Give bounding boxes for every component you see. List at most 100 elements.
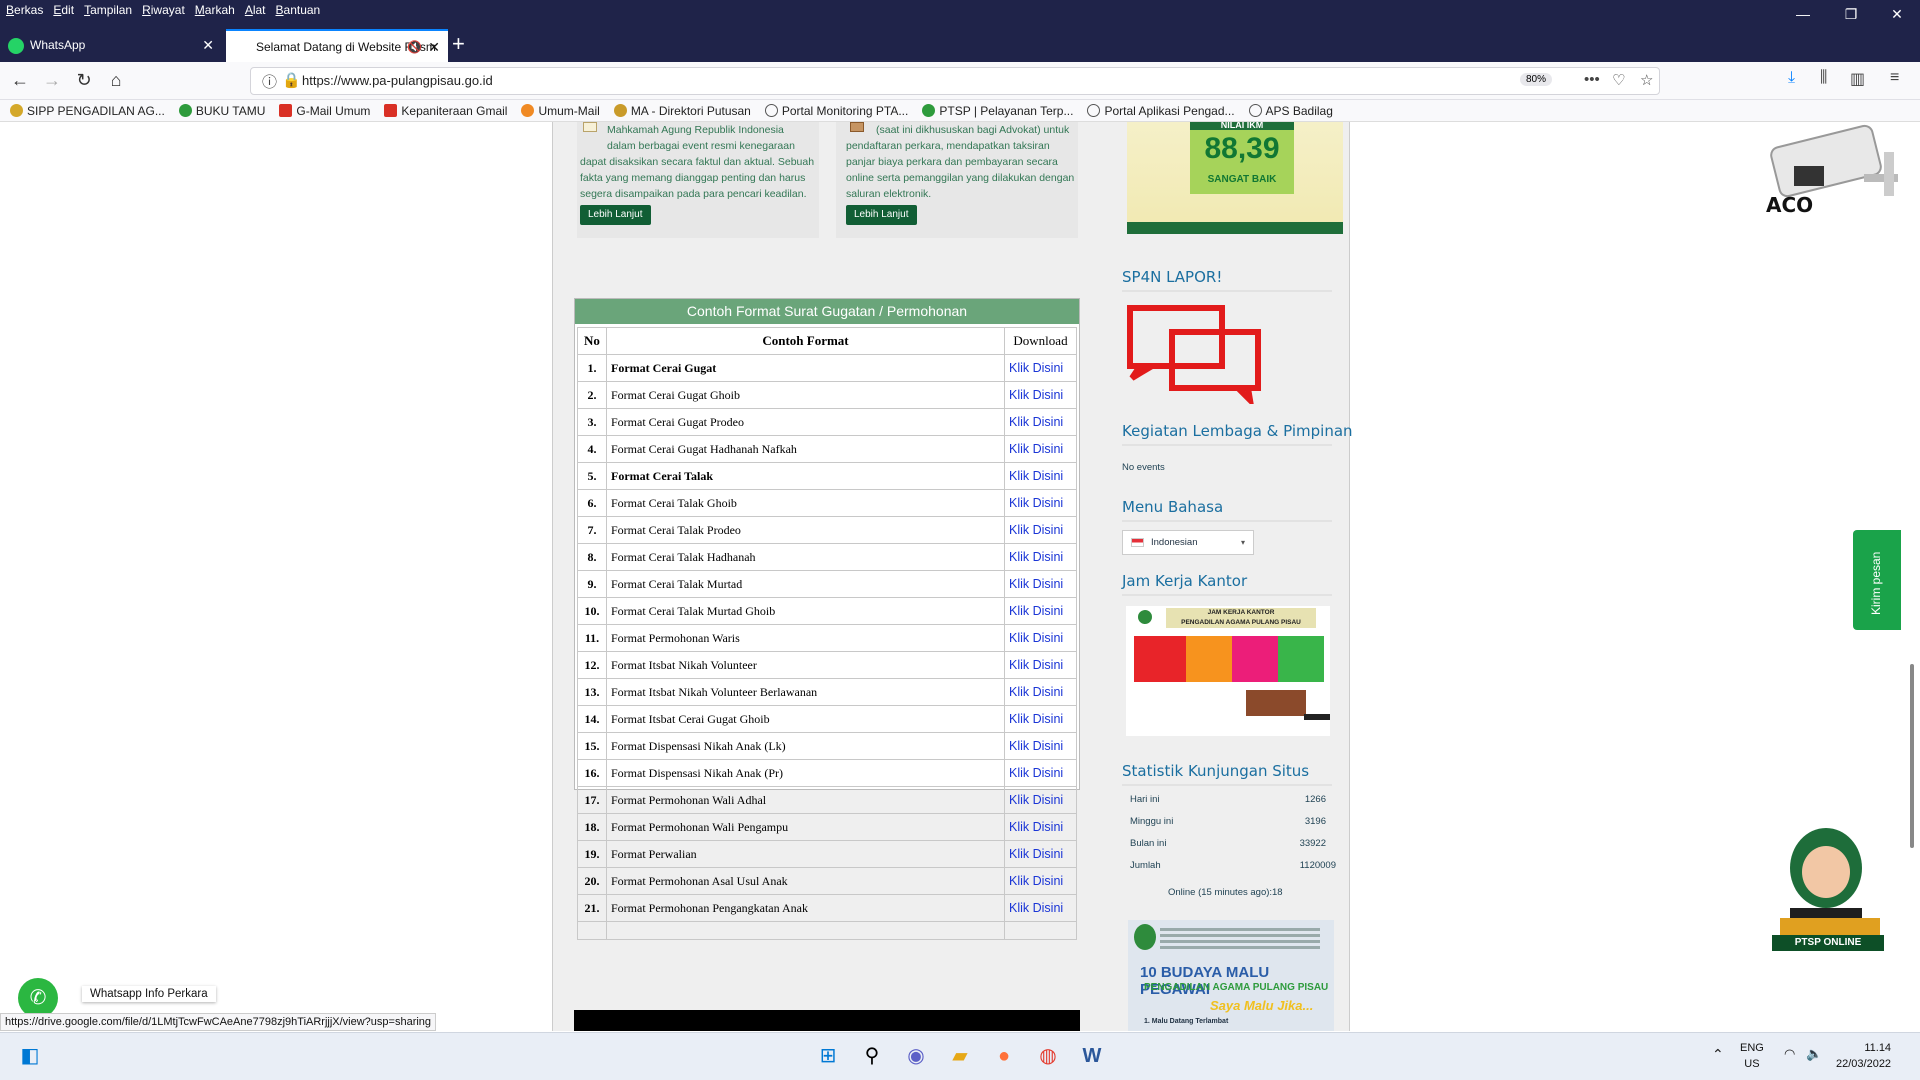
pocket-icon[interactable]: ♡ — [1612, 71, 1625, 89]
clock[interactable]: 11.14 22/03/2022 — [1836, 1040, 1891, 1072]
bookmark-kepaniteraan-gmail[interactable]: Kepaniteraan Gmail — [384, 100, 507, 121]
download-link[interactable]: Klik Disini — [1004, 894, 1077, 922]
minimize-icon[interactable]: — — [1780, 0, 1826, 30]
new-tab-icon[interactable]: + — [452, 30, 465, 58]
url-text[interactable]: https://www.pa-pulangpisau.go.id — [302, 73, 493, 88]
lebih-lanjut-button[interactable]: Lebih Lanjut — [846, 205, 917, 225]
menu-tampilan[interactable]: Tampilan — [84, 0, 132, 20]
restore-icon[interactable]: ❐ — [1828, 0, 1874, 30]
volume-icon[interactable]: 🔈 — [1806, 1046, 1822, 1062]
download-link[interactable]: Klik Disini — [1004, 354, 1077, 382]
bookmark-sipp[interactable]: SIPP PENGADILAN AG... — [10, 100, 165, 121]
download-link[interactable]: Klik Disini — [1004, 570, 1077, 598]
close-tab-icon[interactable]: ✕ — [428, 31, 440, 64]
table-row: 9. Format Cerai Talak Murtad Klik Disini — [577, 570, 1077, 598]
input-language[interactable]: ENG US — [1740, 1040, 1764, 1072]
app-menu-icon[interactable]: ≡ — [1890, 69, 1899, 87]
download-link[interactable]: Klik Disini — [1004, 516, 1077, 544]
desktop-widget-icon[interactable]: ◧ — [14, 1040, 46, 1072]
download-link[interactable]: Klik Disini — [1004, 435, 1077, 463]
download-link[interactable]: Klik Disini — [1004, 840, 1077, 868]
language-select[interactable]: Indonesian ▾ — [1122, 530, 1254, 555]
divider — [1122, 520, 1332, 522]
bookmark-umum-mail[interactable]: Umum-Mail — [521, 100, 600, 121]
zoom-level[interactable]: 80% — [1520, 73, 1553, 86]
mute-icon[interactable]: 🔇 — [407, 31, 422, 64]
menu-alat[interactable]: Alat — [245, 0, 266, 20]
chat-icon[interactable]: ◉ — [900, 1040, 932, 1072]
download-link[interactable]: Klik Disini — [1004, 543, 1077, 571]
download-link[interactable]: Klik Disini — [1004, 408, 1077, 436]
download-link[interactable]: Klik Disini — [1004, 759, 1077, 787]
download-link[interactable]: Klik Disini — [1004, 462, 1077, 490]
library-icon[interactable]: ⫼ — [1820, 69, 1827, 87]
divider — [1122, 594, 1332, 596]
download-link[interactable]: Klik Disini — [1004, 678, 1077, 706]
buku-tamu-icon — [178, 104, 192, 117]
ptsp-online-label[interactable]: PTSP ONLINE — [1772, 935, 1884, 951]
bookmark-aps-badilag[interactable]: APS Badilag — [1248, 100, 1333, 121]
home-icon[interactable]: ⌂ — [102, 66, 130, 94]
budaya-malu-banner[interactable]: 10 BUDAYA MALU PEGAWAI PENGADILAN AGAMA … — [1128, 920, 1334, 1031]
wifi-icon[interactable]: ◠ — [1784, 1046, 1795, 1062]
download-link[interactable]: Klik Disini — [1004, 624, 1077, 652]
kirim-pesan-button[interactable]: Kirim pesan — [1853, 530, 1901, 630]
info-icon[interactable]: ⓘ — [262, 71, 277, 92]
lapor-chat-icon[interactable] — [1126, 302, 1266, 404]
menu-markah[interactable]: Markah — [195, 0, 235, 20]
info-card-right: (saat ini dikhususkan bagi Advokat) untu… — [836, 122, 1078, 238]
row-number: 2. — [577, 381, 607, 409]
bookmark-direktori-putusan[interactable]: MA - Direktori Putusan — [613, 100, 751, 121]
chevron-up-icon[interactable]: ⌃ — [1712, 1046, 1724, 1063]
menu-edit[interactable]: Edit — [53, 0, 74, 20]
download-link[interactable]: Klik Disini — [1004, 867, 1077, 895]
close-window-icon[interactable]: ✕ — [1874, 0, 1920, 30]
download-link[interactable]: Klik Disini — [1004, 705, 1077, 733]
tab-website[interactable]: Selamat Datang di Website Resm 🔇 ✕ — [226, 29, 448, 62]
download-link[interactable]: Klik Disini — [1004, 597, 1077, 625]
search-icon[interactable]: ⚲ — [856, 1040, 888, 1072]
download-icon[interactable]: ⤓ — [1788, 69, 1795, 87]
pa-logo-icon — [1134, 924, 1156, 950]
chrome-icon[interactable]: ◍ — [1032, 1040, 1064, 1072]
close-tab-icon[interactable]: ✕ — [202, 29, 214, 62]
lock-icon[interactable]: 🔒 — [282, 71, 301, 89]
whatsapp-info-label[interactable]: Whatsapp Info Perkara — [82, 986, 216, 1002]
menu-riwayat[interactable]: Riwayat — [142, 0, 185, 20]
whatsapp-float-button[interactable]: ✆ — [18, 978, 58, 1018]
whatsapp-icon — [8, 38, 24, 54]
chevron-down-icon: ▾ — [1240, 538, 1245, 547]
menu-bantuan[interactable]: Bantuan — [276, 0, 321, 20]
download-link[interactable]: Klik Disini — [1004, 786, 1077, 814]
download-link[interactable]: Klik Disini — [1004, 489, 1077, 517]
sidebar-icon[interactable]: ▥ — [1850, 69, 1865, 89]
ptsp-online-mascot[interactable] — [1770, 820, 1886, 938]
menu-berkas[interactable]: Berkas — [6, 0, 43, 20]
table-row: 11. Format Permohonan Waris Klik Disini — [577, 624, 1077, 652]
jam-kerja-banner[interactable]: JAM KERJA KANTOR PENGADILAN AGAMA PULANG… — [1126, 606, 1330, 736]
bookmark-star-icon[interactable]: ☆ — [1640, 71, 1653, 89]
tab-whatsapp[interactable]: WhatsApp ✕ — [0, 29, 222, 62]
reload-icon[interactable]: ↻ — [70, 66, 98, 94]
bookmark-ptsp[interactable]: PTSP | Pelayanan Terp... — [922, 100, 1073, 121]
ikm-score-box: NILAI IKM 88,39 SANGAT BAIK — [1190, 122, 1294, 194]
bookmark-gmail-umum[interactable]: G-Mail Umum — [279, 100, 370, 121]
bookmark-buku-tamu[interactable]: BUKU TAMU — [178, 100, 265, 121]
forward-icon[interactable]: → — [38, 66, 66, 94]
download-link[interactable]: Klik Disini — [1004, 813, 1077, 841]
back-icon[interactable]: ← — [6, 66, 34, 94]
format-name: Format Cerai Talak — [606, 462, 1005, 490]
format-name: Format Cerai Gugat Hadhanah Nafkah — [606, 435, 1005, 463]
download-link[interactable]: Klik Disini — [1004, 381, 1077, 409]
download-link[interactable]: Klik Disini — [1004, 732, 1077, 760]
bookmark-portal-aplikasi[interactable]: Portal Aplikasi Pengad... — [1087, 100, 1235, 121]
more-actions-icon[interactable]: ••• — [1584, 71, 1600, 88]
firefox-icon[interactable]: ● — [988, 1040, 1020, 1072]
bookmark-portal-monitoring[interactable]: Portal Monitoring PTA... — [764, 100, 908, 121]
lebih-lanjut-button[interactable]: Lebih Lanjut — [580, 205, 651, 225]
download-link[interactable]: Klik Disini — [1004, 651, 1077, 679]
word-icon[interactable]: W — [1076, 1040, 1108, 1072]
file-explorer-icon[interactable]: ▰ — [944, 1040, 976, 1072]
start-icon[interactable]: ⊞ — [812, 1040, 844, 1072]
scrollbar[interactable] — [1910, 664, 1914, 848]
